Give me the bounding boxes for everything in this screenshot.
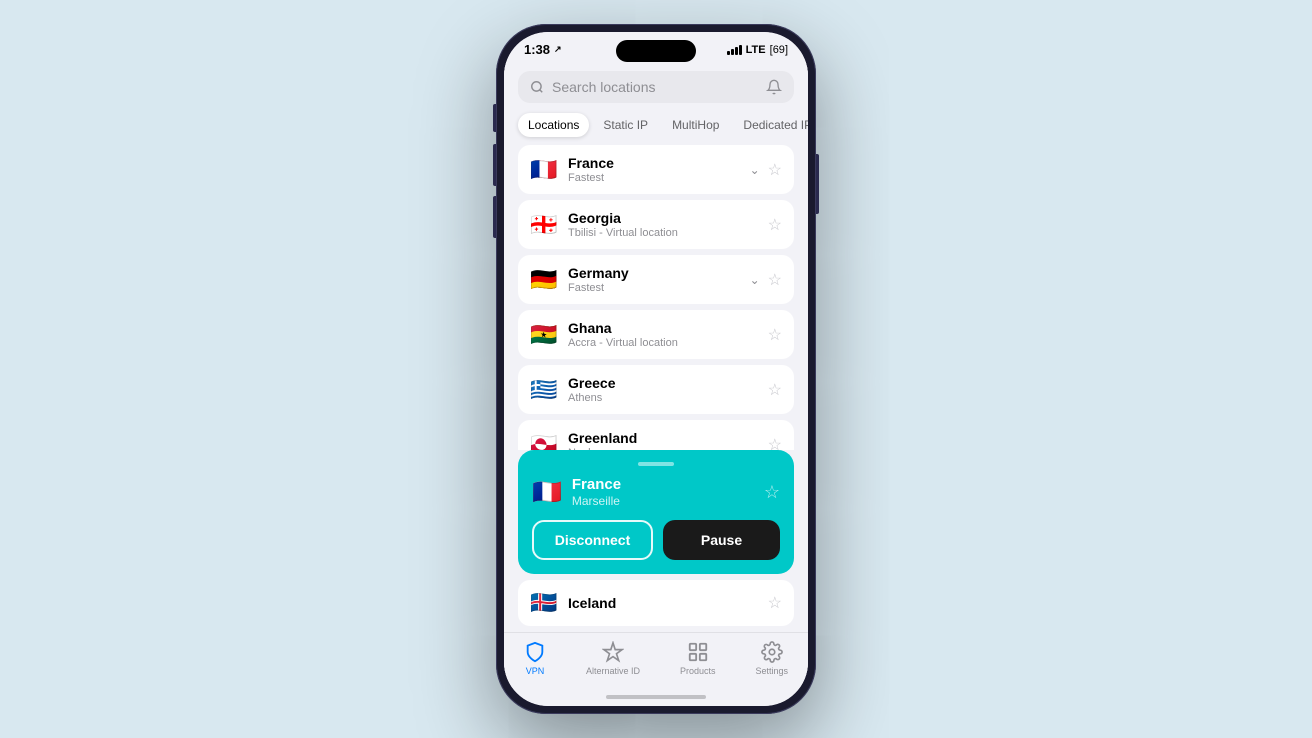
tab-multihop[interactable]: MultiHop xyxy=(662,113,729,137)
bell-icon[interactable] xyxy=(766,79,782,95)
drag-handle xyxy=(638,462,674,466)
status-icons: LTE [69] xyxy=(727,44,788,56)
tab-dedicated-ip[interactable]: Dedicated IP xyxy=(733,113,808,137)
location-name-germany: Germany xyxy=(568,265,740,281)
star-icon-greenland[interactable]: ☆ xyxy=(768,435,782,451)
tab-static-ip[interactable]: Static IP xyxy=(593,113,658,137)
search-input[interactable]: Search locations xyxy=(552,79,758,95)
app-content: Search locations Locations Static IP Mul… xyxy=(504,61,808,688)
nav-label-alt-id: Alternative ID xyxy=(586,666,640,676)
status-bar: 1:38 ↗ LTE [69] xyxy=(504,32,808,61)
location-sub-greece: Athens xyxy=(568,392,758,404)
star-icon-greece[interactable]: ☆ xyxy=(768,380,782,400)
chevron-icon-germany[interactable]: ⌄ xyxy=(750,273,760,287)
flag-greece: 🇬🇷 xyxy=(530,377,558,403)
location-name-iceland: Iceland xyxy=(568,595,758,611)
grid-icon xyxy=(687,641,709,663)
location-list: 🇫🇷 France Fastest ⌄ ☆ 🇬🇪 Georgia xyxy=(504,145,808,450)
connected-flag: 🇫🇷 xyxy=(532,478,562,507)
nav-label-settings: Settings xyxy=(755,666,788,676)
star-icon-ghana[interactable]: ☆ xyxy=(768,325,782,345)
location-item-ghana[interactable]: 🇬🇭 Ghana Accra - Virtual location ☆ xyxy=(518,310,794,359)
nav-item-alt-id[interactable]: Alternative ID xyxy=(586,641,640,676)
location-item-greenland[interactable]: 🇬🇱 Greenland Nuuk ☆ xyxy=(518,420,794,450)
search-bar-wrapper: Search locations xyxy=(504,61,808,109)
location-item-georgia[interactable]: 🇬🇪 Georgia Tbilisi - Virtual location ☆ xyxy=(518,200,794,249)
dynamic-island xyxy=(616,40,696,62)
gear-icon xyxy=(761,641,783,663)
location-name-greece: Greece xyxy=(568,375,758,391)
location-item-greece[interactable]: 🇬🇷 Greece Athens ☆ xyxy=(518,365,794,414)
location-item-germany[interactable]: 🇩🇪 Germany Fastest ⌄ ☆ xyxy=(518,255,794,304)
flag-georgia: 🇬🇪 xyxy=(530,212,558,238)
nav-item-products[interactable]: Products xyxy=(680,641,716,676)
star-icon-france[interactable]: ☆ xyxy=(768,160,782,180)
connected-country: France xyxy=(572,476,754,493)
location-sub-germany: Fastest xyxy=(568,282,740,294)
flag-france: 🇫🇷 xyxy=(530,157,558,183)
location-name-greenland: Greenland xyxy=(568,430,758,446)
sparkle-icon xyxy=(602,641,624,663)
location-sub-georgia: Tbilisi - Virtual location xyxy=(568,227,758,239)
location-sub-france: Fastest xyxy=(568,172,740,184)
tab-locations[interactable]: Locations xyxy=(518,113,589,137)
location-sub-ghana: Accra - Virtual location xyxy=(568,337,758,349)
status-time: 1:38 ↗ xyxy=(524,42,562,57)
flag-ghana: 🇬🇭 xyxy=(530,322,558,348)
flag-greenland: 🇬🇱 xyxy=(530,432,558,451)
chevron-icon-france[interactable]: ⌄ xyxy=(750,163,760,177)
tabs-row: Locations Static IP MultiHop Dedicated I… xyxy=(504,109,808,145)
nav-item-settings[interactable]: Settings xyxy=(755,641,788,676)
phone-frame: 1:38 ↗ LTE [69] xyxy=(496,24,816,714)
battery-icon: [69] xyxy=(770,44,788,56)
search-bar[interactable]: Search locations xyxy=(518,71,794,103)
star-icon-georgia[interactable]: ☆ xyxy=(768,215,782,235)
connected-star-icon[interactable]: ☆ xyxy=(764,482,780,503)
connected-buttons: Disconnect Pause xyxy=(532,520,780,560)
signal-strength xyxy=(727,45,742,55)
lte-label: LTE xyxy=(746,44,766,56)
disconnect-button[interactable]: Disconnect xyxy=(532,520,653,560)
nav-item-vpn[interactable]: VPN xyxy=(524,641,546,676)
location-name-georgia: Georgia xyxy=(568,210,758,226)
phone-screen: 1:38 ↗ LTE [69] xyxy=(504,32,808,706)
vpn-shield-icon xyxy=(524,641,546,663)
location-item-france[interactable]: 🇫🇷 France Fastest ⌄ ☆ xyxy=(518,145,794,194)
location-name-france: France xyxy=(568,155,740,171)
pause-button[interactable]: Pause xyxy=(663,520,780,560)
home-bar xyxy=(606,695,706,699)
search-icon xyxy=(530,80,544,94)
nav-label-products: Products xyxy=(680,666,716,676)
bottom-navigation: VPN Alternative ID xyxy=(504,632,808,688)
home-indicator xyxy=(504,688,808,706)
connected-card: 🇫🇷 France Marseille ☆ Disconnect Pause xyxy=(518,450,794,574)
connected-city: Marseille xyxy=(572,494,754,508)
location-arrow-icon: ↗ xyxy=(554,44,562,55)
location-item-iceland[interactable]: 🇮🇸 Iceland ☆ xyxy=(518,580,794,626)
flag-iceland: 🇮🇸 xyxy=(530,590,558,616)
flag-germany: 🇩🇪 xyxy=(530,267,558,293)
location-name-ghana: Ghana xyxy=(568,320,758,336)
nav-label-vpn: VPN xyxy=(526,666,545,676)
star-icon-iceland[interactable]: ☆ xyxy=(768,593,782,613)
star-icon-germany[interactable]: ☆ xyxy=(768,270,782,290)
